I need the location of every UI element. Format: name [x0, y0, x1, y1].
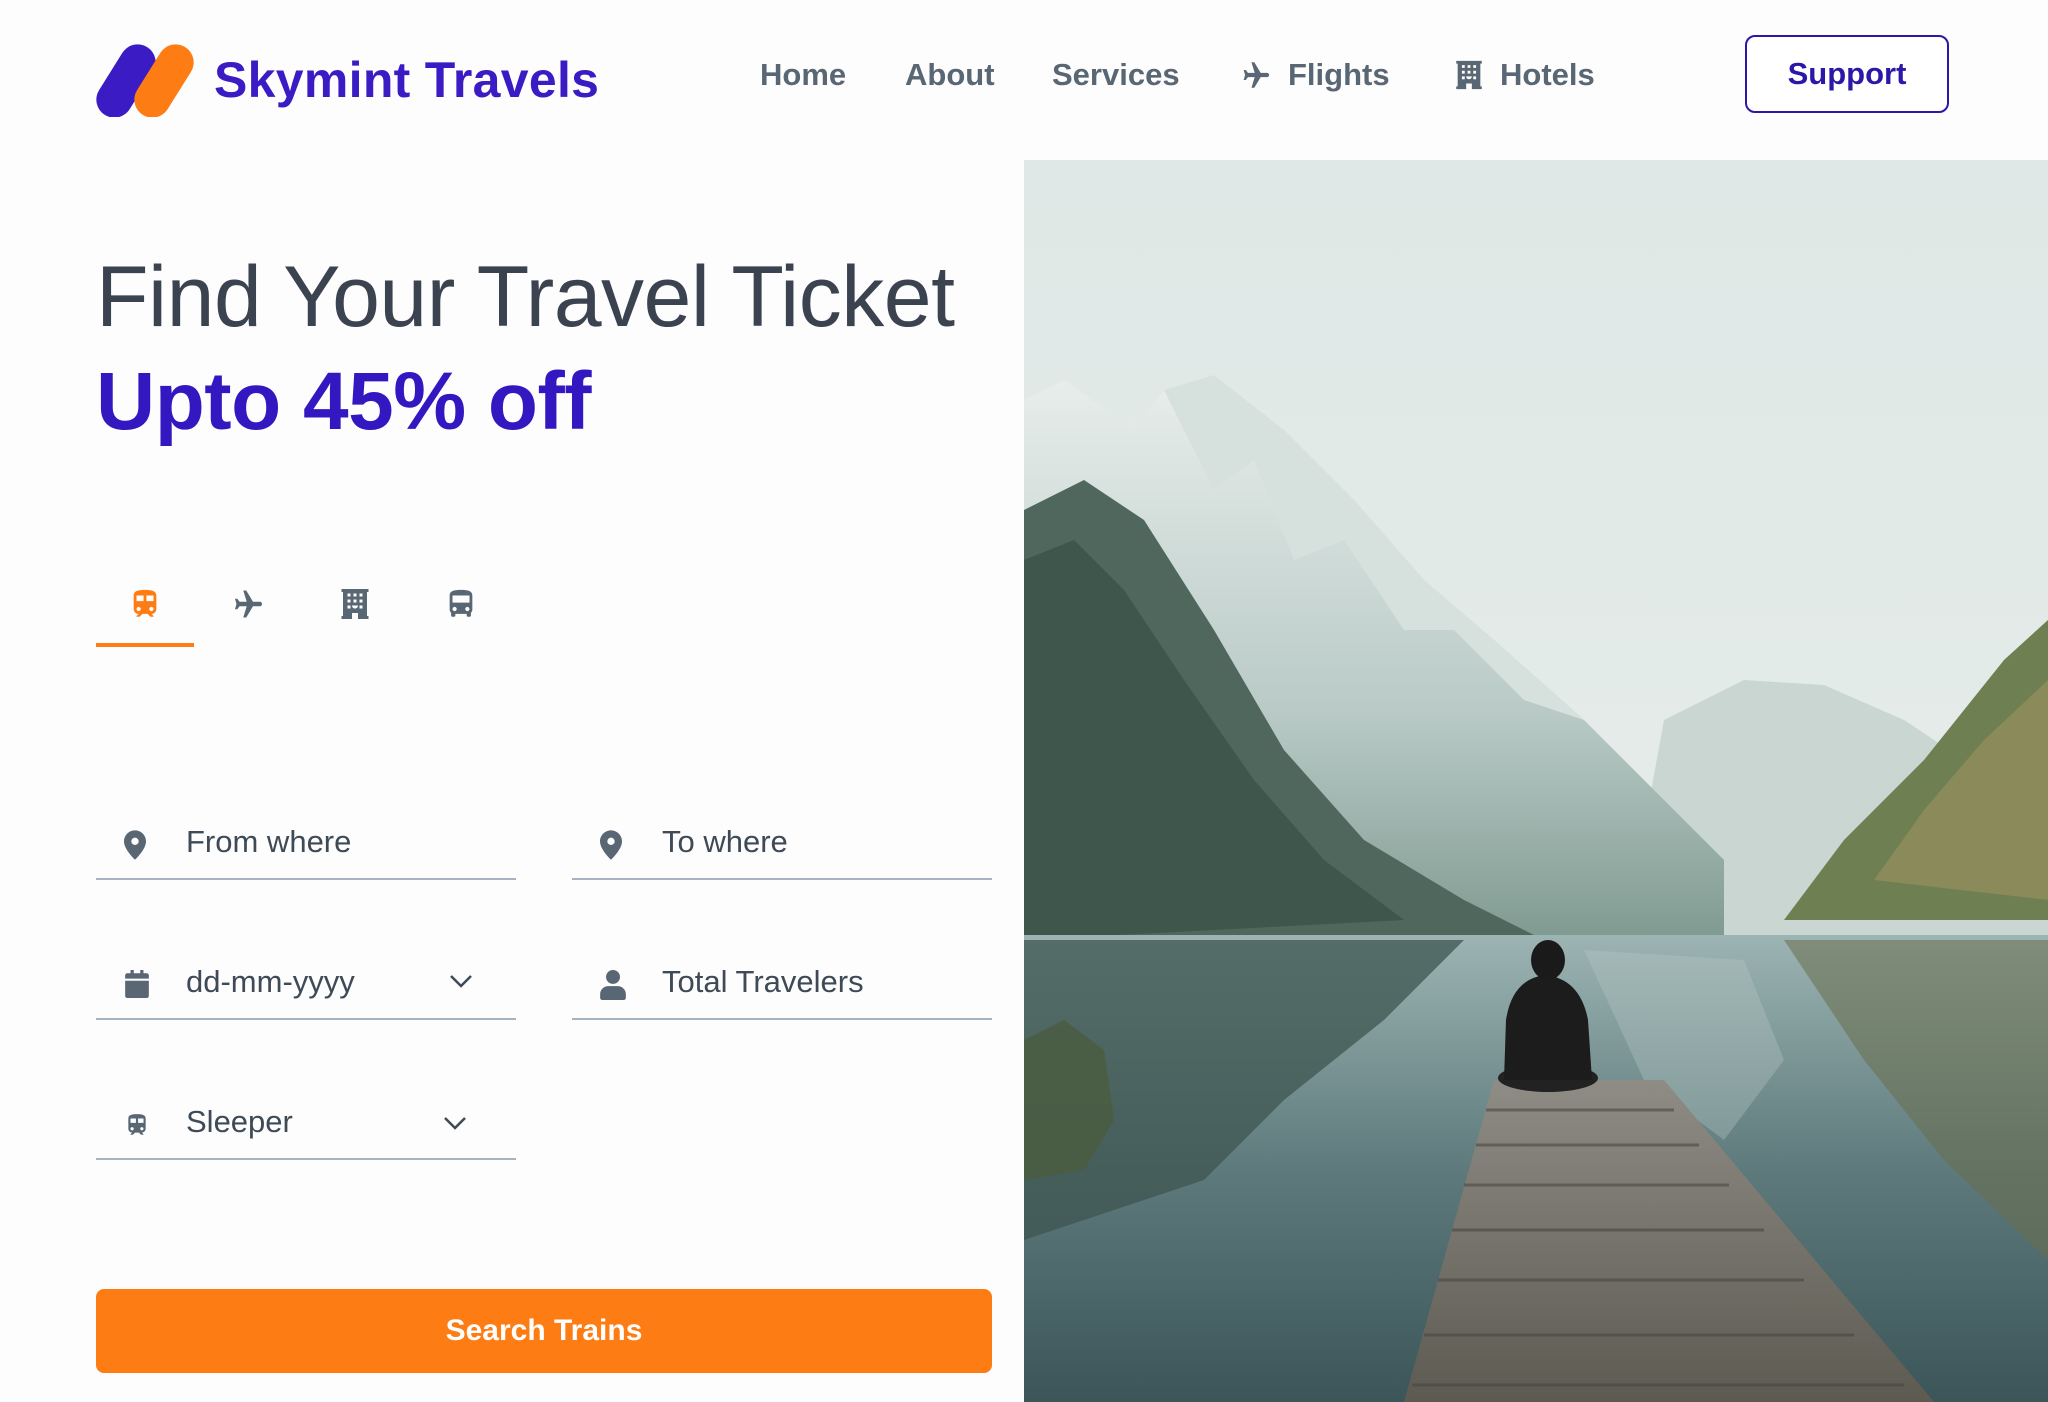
- calendar-icon: [125, 970, 149, 998]
- nav-flights[interactable]: Flights: [1236, 50, 1390, 100]
- search-trains-button[interactable]: Search Trains: [96, 1289, 992, 1373]
- train-icon: [133, 589, 157, 617]
- hero-title: Find Your Travel Ticket: [96, 249, 955, 345]
- to-field[interactable]: To where: [572, 810, 992, 880]
- class-select[interactable]: Sleeper: [96, 1090, 516, 1160]
- nav-hotels-label: Hotels: [1500, 57, 1595, 92]
- site-header: Skymint Travels Home About Services Flig…: [0, 0, 2048, 150]
- lake-mountain-illustration: [1024, 160, 2048, 1402]
- hero-landscape-image: [1024, 160, 2048, 1402]
- travelers-field[interactable]: Total Travelers: [572, 950, 992, 1020]
- travelers-placeholder: Total Travelers: [662, 964, 864, 999]
- user-icon: [600, 970, 626, 1000]
- nav-flights-label: Flights: [1288, 57, 1390, 92]
- nav-home[interactable]: Home: [760, 50, 846, 100]
- hotel-icon: [341, 589, 369, 619]
- tab-flight[interactable]: [198, 570, 296, 647]
- hotel-icon: [1456, 60, 1482, 90]
- nav-services-label: Services: [1052, 57, 1180, 92]
- bus-icon: [449, 589, 473, 617]
- from-placeholder: From where: [186, 824, 352, 859]
- tab-hotel[interactable]: [306, 570, 404, 647]
- chevron-down-icon[interactable]: [448, 972, 474, 990]
- class-value: Sleeper: [186, 1104, 293, 1139]
- nav-home-label: Home: [760, 57, 847, 92]
- date-field[interactable]: dd-mm-yyyy: [96, 950, 516, 1020]
- nav-about-label: About: [905, 57, 995, 92]
- nav-hotels[interactable]: Hotels: [1452, 50, 1595, 100]
- location-pin-icon: [124, 830, 146, 860]
- plane-icon: [1243, 62, 1270, 88]
- train-icon: [128, 1114, 146, 1135]
- support-button[interactable]: Support: [1745, 35, 1949, 113]
- chevron-down-icon[interactable]: [442, 1114, 468, 1132]
- to-placeholder: To where: [662, 824, 788, 859]
- brand-logo[interactable]: Skymint Travels: [96, 40, 599, 120]
- tab-bus[interactable]: [412, 570, 510, 647]
- date-placeholder: dd-mm-yyyy: [186, 964, 355, 999]
- from-field[interactable]: From where: [96, 810, 516, 880]
- plane-icon: [235, 590, 262, 618]
- tab-train[interactable]: [96, 570, 194, 647]
- nav-services[interactable]: Services: [1052, 50, 1180, 100]
- transport-tabs: [96, 570, 536, 650]
- brand-name: Skymint Travels: [214, 52, 600, 108]
- location-pin-icon: [600, 830, 622, 860]
- logo-mark-icon: [96, 44, 194, 117]
- hero-discount: Upto 45% off: [96, 356, 592, 447]
- nav-about[interactable]: About: [905, 50, 995, 100]
